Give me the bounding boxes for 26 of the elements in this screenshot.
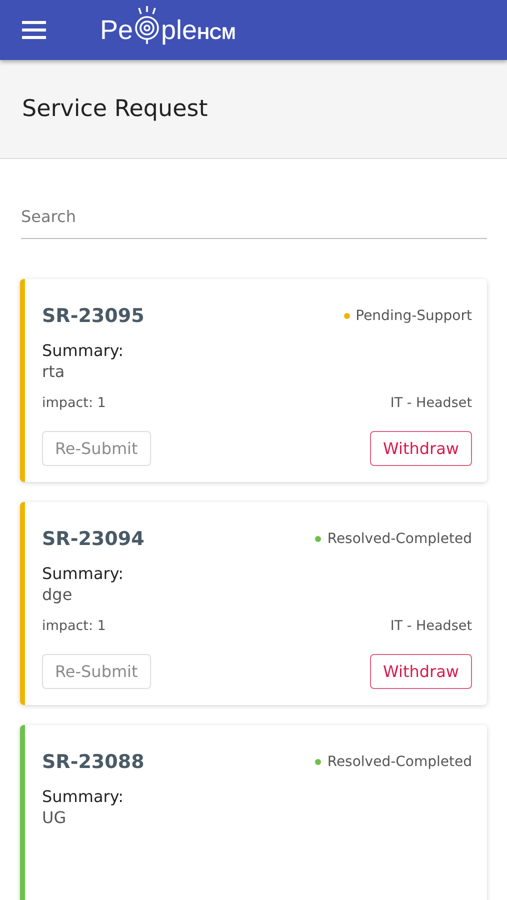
- page-title: Service Request: [22, 96, 208, 122]
- category-text: IT - Headset: [390, 395, 472, 411]
- request-id: SR-23095: [42, 305, 144, 327]
- status-text: Resolved-Completed: [327, 531, 472, 547]
- status-text: Resolved-Completed: [327, 754, 472, 770]
- impact-text: impact: 1: [42, 395, 106, 411]
- sun-icon: [133, 4, 162, 44]
- impact-text: impact: 1: [42, 618, 106, 634]
- summary-text: rta: [42, 362, 66, 381]
- withdraw-button[interactable]: Withdraw: [370, 654, 472, 689]
- summary-label: Summary:: [42, 787, 125, 806]
- menu-icon[interactable]: [22, 20, 48, 40]
- search-field[interactable]: Search: [21, 199, 487, 239]
- request-id: SR-23094: [42, 528, 144, 550]
- category-text: IT - Headset: [390, 618, 472, 634]
- summary-text: dge: [42, 585, 74, 604]
- status-text: Pending-Support: [356, 308, 472, 324]
- logo-text: ple: [161, 17, 198, 44]
- request-id: SR-23088: [42, 751, 144, 773]
- summary-label: Summary:: [42, 564, 125, 583]
- logo-text: HCM: [197, 25, 236, 42]
- summary-text: UG: [42, 808, 68, 827]
- withdraw-button[interactable]: Withdraw: [370, 431, 472, 466]
- request-card[interactable]: SR-23088 Resolved-Completed Summary: UG: [20, 725, 487, 900]
- logo-text: Pe: [100, 17, 134, 44]
- summary-label: Summary:: [42, 341, 125, 360]
